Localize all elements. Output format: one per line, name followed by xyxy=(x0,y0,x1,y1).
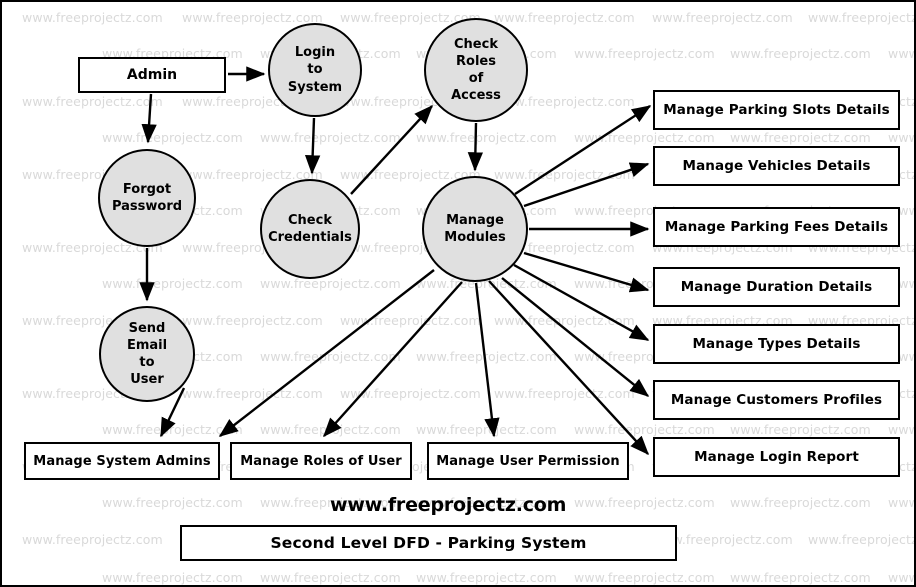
diagram-title-box: Second Level DFD - Parking System xyxy=(180,525,677,561)
data-store-login_report[interactable]: Manage Login Report xyxy=(653,437,900,477)
process-login_to_system[interactable]: Login to System xyxy=(268,23,362,117)
process-label: Login to System xyxy=(287,45,343,95)
external-entity-label: Admin xyxy=(126,67,178,83)
brand-label: www.freeprojectz.com xyxy=(330,494,567,516)
external-entity-admin[interactable]: Admin xyxy=(78,57,226,93)
data-store-system_admins[interactable]: Manage System Admins xyxy=(24,442,220,480)
data-store-label: Manage Customers Profiles xyxy=(670,392,883,408)
data-store-label: Manage Duration Details xyxy=(680,279,873,295)
process-label: Check Roles of Access xyxy=(451,36,501,104)
data-store-duration[interactable]: Manage Duration Details xyxy=(653,267,900,307)
data-store-customers[interactable]: Manage Customers Profiles xyxy=(653,380,900,420)
data-store-user_permission[interactable]: Manage User Permission xyxy=(427,442,629,480)
process-label: Check Credentials xyxy=(268,212,352,245)
data-store-label: Manage Login Report xyxy=(694,449,859,465)
process-label: Send Email to User xyxy=(126,320,168,388)
process-label: Manage Modules xyxy=(444,212,506,245)
process-label: Forgot Password xyxy=(111,181,183,214)
diagram-title-label: Second Level DFD - Parking System xyxy=(270,534,587,552)
dfd-canvas: www.freeprojectz.com www.freeprojectz.com… xyxy=(0,0,916,587)
data-store-roles_of_user[interactable]: Manage Roles of User xyxy=(230,442,412,480)
data-store-label: Manage Parking Slots Details xyxy=(663,102,890,118)
process-forgot_password[interactable]: Forgot Password xyxy=(98,149,196,247)
data-store-label: Manage Types Details xyxy=(692,336,861,352)
data-store-parking_fees[interactable]: Manage Parking Fees Details xyxy=(653,207,900,247)
process-check_roles[interactable]: Check Roles of Access xyxy=(424,18,528,122)
data-store-label: Manage User Permission xyxy=(436,453,620,469)
data-store-label: Manage Parking Fees Details xyxy=(664,219,889,235)
data-store-parking_slots[interactable]: Manage Parking Slots Details xyxy=(653,90,900,130)
process-check_credentials[interactable]: Check Credentials xyxy=(260,179,360,279)
process-manage_modules[interactable]: Manage Modules xyxy=(422,176,528,282)
node-layer: Admin Login to System Check Roles of Access Forg… xyxy=(2,2,914,585)
data-store-label: Manage System Admins xyxy=(33,453,211,469)
data-store-label: Manage Roles of User xyxy=(240,453,402,469)
data-store-label: Manage Vehicles Details xyxy=(682,158,871,174)
process-send_email_to_user[interactable]: Send Email to User xyxy=(99,306,195,402)
data-store-types[interactable]: Manage Types Details xyxy=(653,324,900,364)
data-store-vehicles[interactable]: Manage Vehicles Details xyxy=(653,146,900,186)
